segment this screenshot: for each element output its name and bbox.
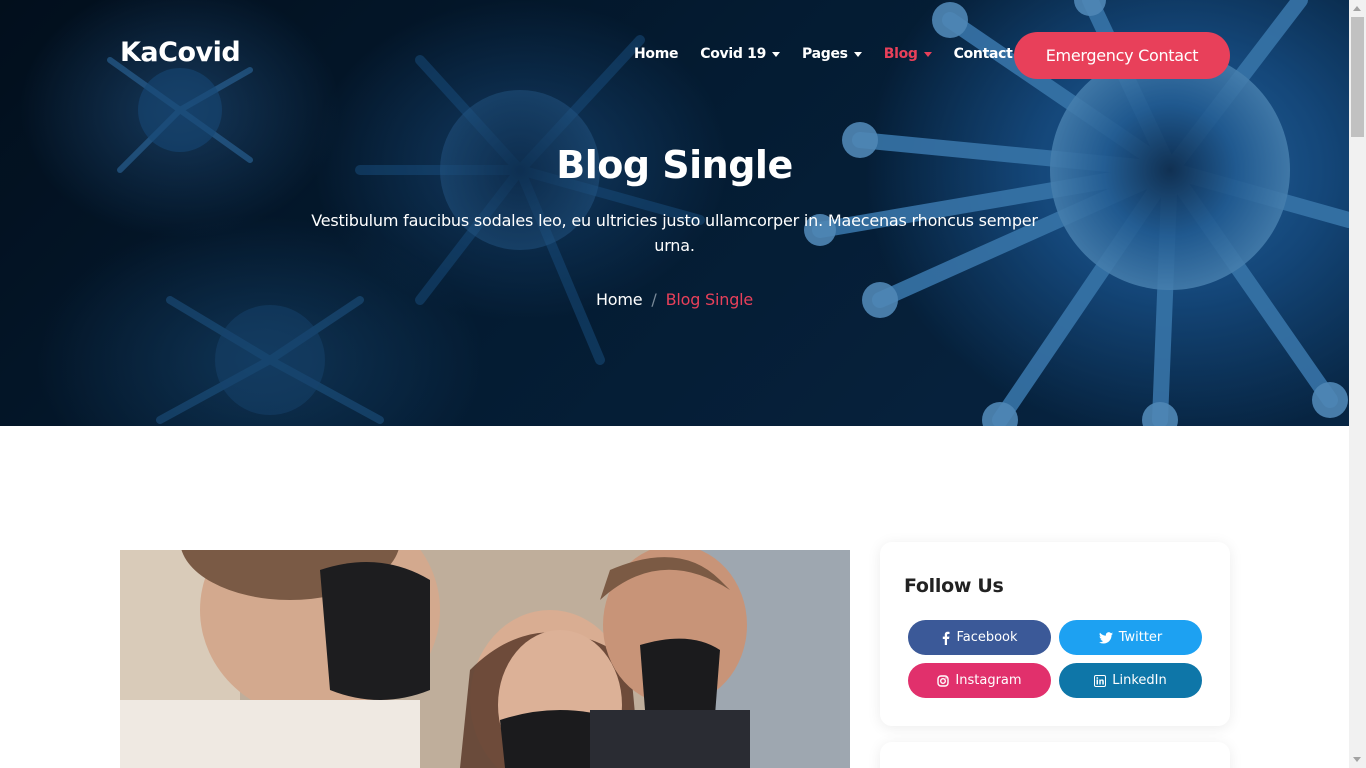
scroll-down-arrow-icon[interactable] (1353, 757, 1361, 762)
twitter-label: Twitter (1118, 630, 1163, 645)
facebook-label: Facebook (956, 630, 1018, 645)
site-logo[interactable]: KaCovid (120, 37, 241, 68)
widget-title: Follow Us (904, 575, 1004, 597)
breadcrumb-current: Blog Single (665, 290, 754, 309)
scrollbar-thumb[interactable] (1351, 17, 1364, 137)
nav-label: Home (634, 46, 679, 62)
main-nav: Home Covid 19 Pages Blog Contact (634, 46, 1035, 62)
page-subtitle: Vestibulum faucibus sodales leo, eu ultr… (311, 211, 1038, 255)
scroll-up-arrow-icon[interactable] (1353, 6, 1361, 11)
nav-label: Covid 19 (700, 46, 767, 62)
twitter-icon (1098, 631, 1113, 644)
blog-post-image (120, 550, 850, 768)
instagram-label: Instagram (955, 673, 1022, 688)
hero-banner: KaCovid Home Covid 19 Pages Blog Contact… (0, 0, 1349, 426)
follow-us-widget: Follow Us Facebook Twitter Instagram Lin… (880, 542, 1230, 726)
page-scrollbar[interactable] (1349, 0, 1366, 768)
breadcrumb-separator: / (651, 290, 657, 309)
caret-down-icon (772, 51, 781, 57)
nav-item-covid19[interactable]: Covid 19 (700, 46, 781, 62)
nav-item-blog[interactable]: Blog (884, 46, 932, 62)
breadcrumb: Home / Blog Single (0, 290, 1349, 309)
nav-item-pages[interactable]: Pages (802, 46, 862, 62)
instagram-button[interactable]: Instagram (908, 663, 1051, 698)
page-title: Blog Single (556, 143, 793, 187)
linkedin-label: LinkedIn (1112, 673, 1167, 688)
nav-label: Contact (953, 46, 1013, 62)
emergency-contact-button[interactable]: Emergency Contact (1014, 32, 1230, 79)
caret-down-icon (853, 51, 862, 57)
nav-label: Blog (883, 46, 918, 62)
facebook-button[interactable]: Facebook (908, 620, 1051, 655)
facebook-icon (941, 631, 950, 645)
twitter-button[interactable]: Twitter (1059, 620, 1202, 655)
sidebar-widget-next (880, 742, 1230, 768)
nav-item-contact[interactable]: Contact (954, 46, 1013, 62)
nav-item-home[interactable]: Home (634, 46, 679, 62)
linkedin-button[interactable]: LinkedIn (1059, 663, 1202, 698)
nav-label: Pages (802, 46, 848, 62)
breadcrumb-home-link[interactable]: Home (596, 290, 643, 309)
linkedin-icon (1094, 674, 1107, 687)
instagram-icon (937, 674, 950, 687)
caret-down-icon (923, 51, 932, 57)
